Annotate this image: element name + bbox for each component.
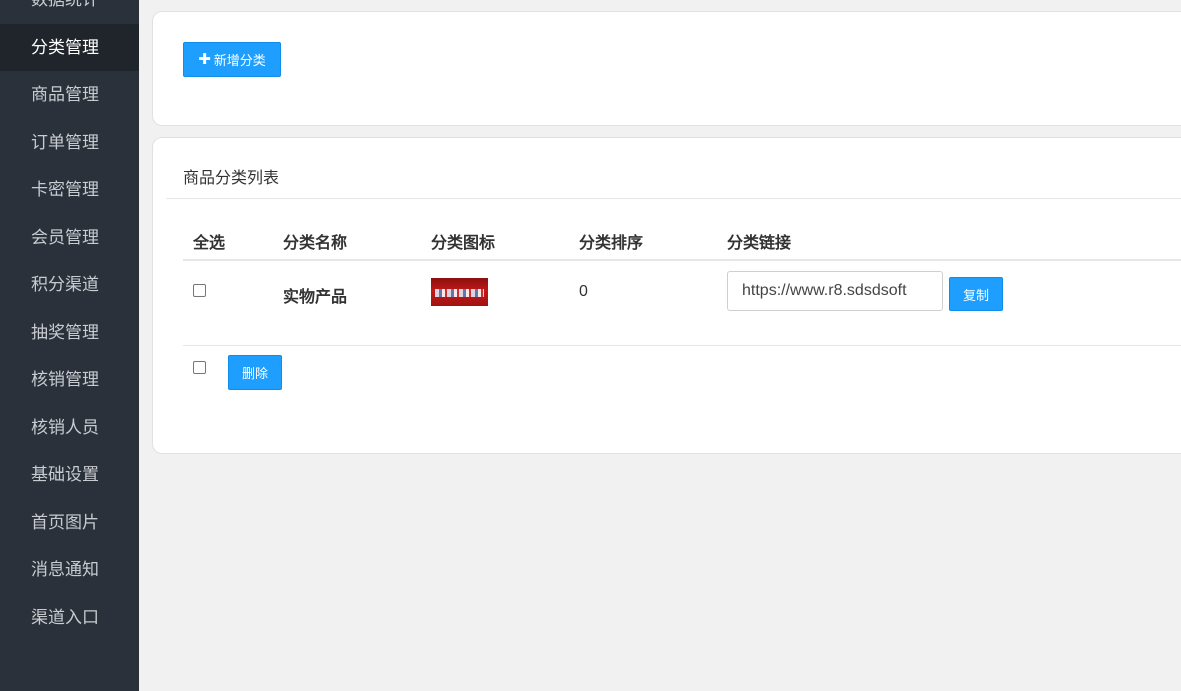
list-title: 商品分类列表	[183, 170, 280, 187]
sidebar-item-lottery-management[interactable]: 抽奖管理	[0, 309, 139, 357]
sidebar-item-data-stats[interactable]: 数据统计	[0, 0, 139, 24]
sidebar-item-basic-settings[interactable]: 基础设置	[0, 451, 139, 499]
title-divider	[166, 198, 1181, 199]
sidebar-item-notifications[interactable]: 消息通知	[0, 546, 139, 594]
sidebar-item-member-management[interactable]: 会员管理	[0, 214, 139, 262]
column-header-select-all[interactable]: 全选	[193, 229, 225, 253]
sidebar-item-redemption-staff[interactable]: 核销人员	[0, 404, 139, 452]
column-header-sort: 分类排序	[579, 235, 644, 252]
category-icon-image	[431, 278, 488, 306]
column-header-name: 分类名称	[283, 235, 348, 252]
sidebar-item-points-channel[interactable]: 积分渠道	[0, 261, 139, 309]
row-divider	[183, 345, 1181, 346]
sidebar-item-order-management[interactable]: 订单管理	[0, 119, 139, 167]
delete-button[interactable]: 删除	[228, 355, 282, 390]
sidebar-item-category-management[interactable]: 分类管理	[0, 23, 139, 71]
sidebar-item-homepage-images[interactable]: 首页图片	[0, 499, 139, 547]
category-name: 实物产品	[283, 289, 348, 306]
category-link-field[interactable]	[727, 271, 943, 311]
add-category-button[interactable]: ✚ 新增分类	[183, 42, 281, 77]
sidebar-item-product-management[interactable]: 商品管理	[0, 71, 139, 119]
toolbar-card: ✚ 新增分类	[152, 11, 1181, 126]
category-list-card: 商品分类列表 全选 分类名称 分类图标 分类排序 分类链接 实物产品 0 复制 …	[152, 137, 1181, 454]
sidebar-item-card-key-management[interactable]: 卡密管理	[0, 166, 139, 214]
add-category-label: 新增分类	[213, 53, 266, 68]
row-checkbox[interactable]	[193, 284, 206, 297]
copy-link-button[interactable]: 复制	[949, 277, 1003, 311]
plus-icon: ✚	[198, 51, 211, 68]
sidebar-menu: 数据统计 分类管理 商品管理 订单管理 卡密管理 会员管理 积分渠道 抽奖管理 …	[0, 0, 139, 641]
sidebar-item-redemption-management[interactable]: 核销管理	[0, 356, 139, 404]
bulk-select-checkbox[interactable]	[193, 361, 206, 374]
app-root: 数据统计 分类管理 商品管理 订单管理 卡密管理 会员管理 积分渠道 抽奖管理 …	[0, 0, 1181, 691]
column-header-link: 分类链接	[727, 235, 792, 252]
sidebar-item-channel-entry[interactable]: 渠道入口	[0, 594, 139, 642]
table-header-divider	[183, 259, 1181, 261]
sidebar: 数据统计 分类管理 商品管理 订单管理 卡密管理 会员管理 积分渠道 抽奖管理 …	[0, 0, 139, 691]
main-content: ✚ 新增分类 商品分类列表 全选 分类名称 分类图标 分类排序 分类链接 实物产…	[139, 0, 1181, 691]
category-sort: 0	[579, 283, 588, 300]
column-header-icon: 分类图标	[431, 235, 496, 252]
